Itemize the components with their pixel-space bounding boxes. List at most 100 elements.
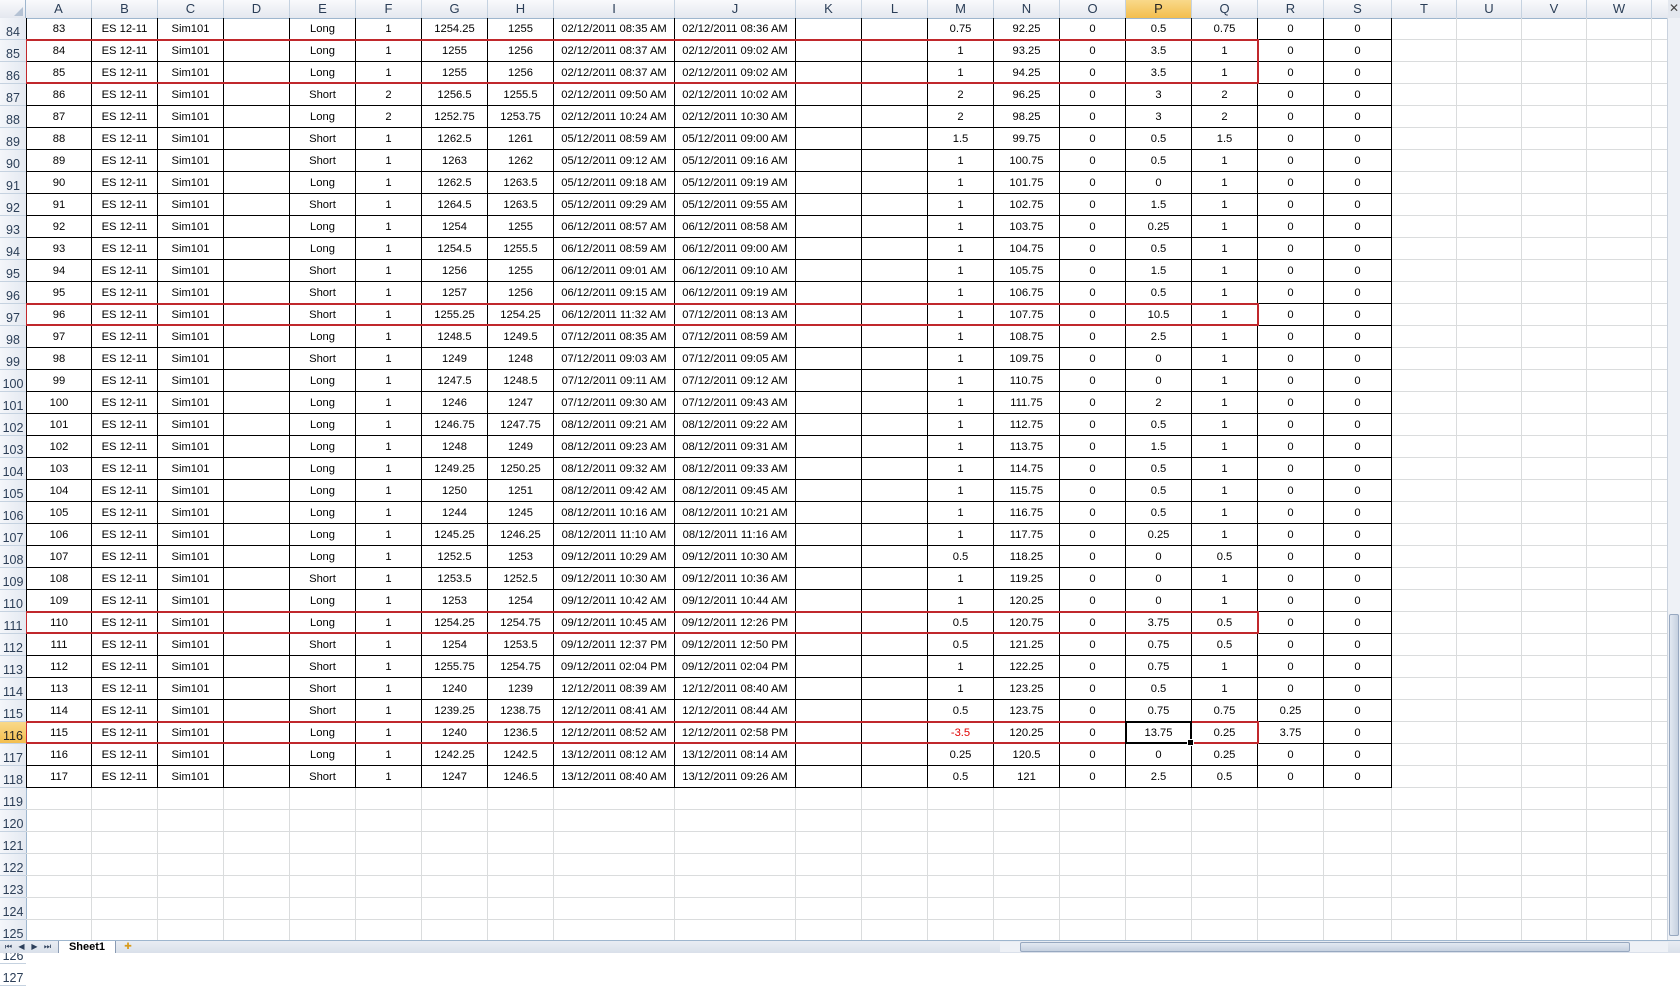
- cell-D103[interactable]: [224, 436, 290, 458]
- cell-M92[interactable]: 1: [928, 194, 994, 216]
- cell-G88[interactable]: 1252.75: [422, 106, 488, 128]
- cell-E116[interactable]: Long: [290, 722, 356, 744]
- cell-H103[interactable]: 1249: [488, 436, 554, 458]
- column-header-T[interactable]: T: [1392, 0, 1457, 18]
- cell-M102[interactable]: 1: [928, 414, 994, 436]
- row-header-94[interactable]: 94: [0, 238, 26, 260]
- cell-S112[interactable]: 0: [1324, 634, 1392, 656]
- cell-I111[interactable]: 09/12/2011 10:45 AM: [554, 612, 675, 634]
- cell-N107[interactable]: 117.75: [994, 524, 1060, 546]
- cell-D112[interactable]: [224, 634, 290, 656]
- cell-A87[interactable]: 86: [26, 84, 92, 106]
- vertical-scrollbar[interactable]: [1667, 18, 1680, 940]
- cell-S110[interactable]: 0: [1324, 590, 1392, 612]
- row-header-112[interactable]: 112: [0, 634, 26, 656]
- cell-M110[interactable]: 1: [928, 590, 994, 612]
- cell-B85[interactable]: ES 12-11: [92, 40, 158, 62]
- cell-N105[interactable]: 115.75: [994, 480, 1060, 502]
- cell-L88[interactable]: [862, 106, 928, 128]
- cell-R113[interactable]: 0: [1258, 656, 1324, 678]
- cell-E110[interactable]: Long: [290, 590, 356, 612]
- cell-O112[interactable]: 0: [1060, 634, 1126, 656]
- column-header-W[interactable]: W: [1587, 0, 1652, 18]
- cell-C88[interactable]: Sim101: [158, 106, 224, 128]
- cell-I101[interactable]: 07/12/2011 09:30 AM: [554, 392, 675, 414]
- cell-F118[interactable]: 1: [356, 766, 422, 788]
- cell-L103[interactable]: [862, 436, 928, 458]
- cell-F103[interactable]: 1: [356, 436, 422, 458]
- cell-P93[interactable]: 0.25: [1126, 216, 1192, 238]
- cell-Q114[interactable]: 1: [1192, 678, 1258, 700]
- cell-B88[interactable]: ES 12-11: [92, 106, 158, 128]
- cell-N91[interactable]: 101.75: [994, 172, 1060, 194]
- cell-P112[interactable]: 0.75: [1126, 634, 1192, 656]
- cell-M115[interactable]: 0.5: [928, 700, 994, 722]
- cell-E91[interactable]: Long: [290, 172, 356, 194]
- cell-H113[interactable]: 1254.75: [488, 656, 554, 678]
- column-header-C[interactable]: C: [158, 0, 224, 18]
- cell-E101[interactable]: Long: [290, 392, 356, 414]
- cell-I91[interactable]: 05/12/2011 09:18 AM: [554, 172, 675, 194]
- cell-P91[interactable]: 0: [1126, 172, 1192, 194]
- cell-K84[interactable]: [796, 18, 862, 40]
- cell-F117[interactable]: 1: [356, 744, 422, 766]
- cell-C102[interactable]: Sim101: [158, 414, 224, 436]
- cell-A102[interactable]: 101: [26, 414, 92, 436]
- cell-G98[interactable]: 1248.5: [422, 326, 488, 348]
- cell-R106[interactable]: 0: [1258, 502, 1324, 524]
- cell-F97[interactable]: 1: [356, 304, 422, 326]
- cell-P94[interactable]: 0.5: [1126, 238, 1192, 260]
- cell-H107[interactable]: 1246.25: [488, 524, 554, 546]
- cell-O96[interactable]: 0: [1060, 282, 1126, 304]
- cell-D97[interactable]: [224, 304, 290, 326]
- cell-K114[interactable]: [796, 678, 862, 700]
- cell-C115[interactable]: Sim101: [158, 700, 224, 722]
- cell-H101[interactable]: 1247: [488, 392, 554, 414]
- cell-C111[interactable]: Sim101: [158, 612, 224, 634]
- cell-D88[interactable]: [224, 106, 290, 128]
- cell-A89[interactable]: 88: [26, 128, 92, 150]
- cell-D100[interactable]: [224, 370, 290, 392]
- cell-S97[interactable]: 0: [1324, 304, 1392, 326]
- row-header-121[interactable]: 121: [0, 832, 26, 854]
- cell-B109[interactable]: ES 12-11: [92, 568, 158, 590]
- cell-D99[interactable]: [224, 348, 290, 370]
- cell-H93[interactable]: 1255: [488, 216, 554, 238]
- cell-N102[interactable]: 112.75: [994, 414, 1060, 436]
- cell-H95[interactable]: 1255: [488, 260, 554, 282]
- row-header-124[interactable]: 124: [0, 898, 26, 920]
- cell-Q89[interactable]: 1.5: [1192, 128, 1258, 150]
- cell-K97[interactable]: [796, 304, 862, 326]
- cell-Q90[interactable]: 1: [1192, 150, 1258, 172]
- cell-I102[interactable]: 08/12/2011 09:21 AM: [554, 414, 675, 436]
- cell-J104[interactable]: 08/12/2011 09:33 AM: [675, 458, 796, 480]
- cell-O116[interactable]: 0: [1060, 722, 1126, 744]
- cell-B92[interactable]: ES 12-11: [92, 194, 158, 216]
- cell-J108[interactable]: 09/12/2011 10:30 AM: [675, 546, 796, 568]
- cell-Q99[interactable]: 1: [1192, 348, 1258, 370]
- cell-M108[interactable]: 0.5: [928, 546, 994, 568]
- cell-Q104[interactable]: 1: [1192, 458, 1258, 480]
- cell-E86[interactable]: Long: [290, 62, 356, 84]
- cell-F104[interactable]: 1: [356, 458, 422, 480]
- cell-D98[interactable]: [224, 326, 290, 348]
- cell-G110[interactable]: 1253: [422, 590, 488, 612]
- cell-E85[interactable]: Long: [290, 40, 356, 62]
- cell-I109[interactable]: 09/12/2011 10:30 AM: [554, 568, 675, 590]
- column-header-D[interactable]: D: [224, 0, 290, 18]
- cell-P111[interactable]: 3.75: [1126, 612, 1192, 634]
- row-header-119[interactable]: 119: [0, 788, 26, 810]
- column-header-M[interactable]: M: [928, 0, 994, 18]
- cell-Q106[interactable]: 1: [1192, 502, 1258, 524]
- cell-J88[interactable]: 02/12/2011 10:30 AM: [675, 106, 796, 128]
- cell-O101[interactable]: 0: [1060, 392, 1126, 414]
- cell-E88[interactable]: Long: [290, 106, 356, 128]
- cell-F93[interactable]: 1: [356, 216, 422, 238]
- cell-R116[interactable]: 3.75: [1258, 722, 1324, 744]
- cell-F101[interactable]: 1: [356, 392, 422, 414]
- cell-Q101[interactable]: 1: [1192, 392, 1258, 414]
- cell-O114[interactable]: 0: [1060, 678, 1126, 700]
- cell-M109[interactable]: 1: [928, 568, 994, 590]
- cell-B106[interactable]: ES 12-11: [92, 502, 158, 524]
- cell-R96[interactable]: 0: [1258, 282, 1324, 304]
